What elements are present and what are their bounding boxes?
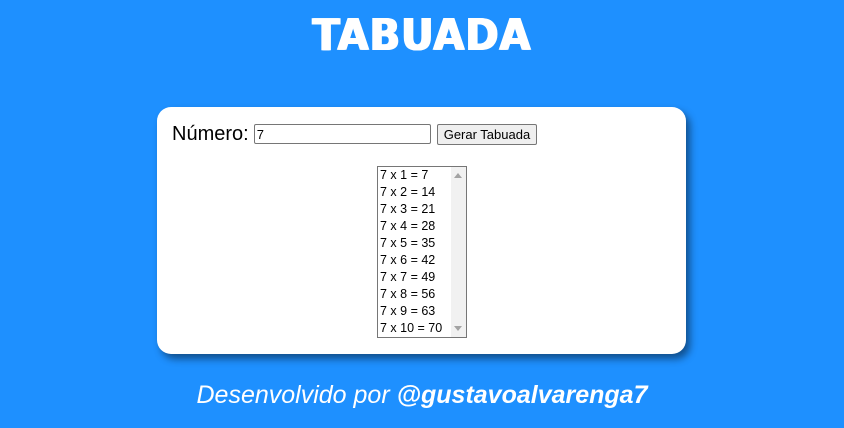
page-title: TABUADA: [312, 11, 532, 61]
scrollbar[interactable]: [451, 167, 466, 337]
table-option[interactable]: 7 x 10 = 70: [380, 320, 450, 337]
number-input[interactable]: [253, 124, 431, 144]
number-label: Número:: [172, 122, 249, 145]
table-option[interactable]: 7 x 7 = 49: [380, 269, 450, 286]
footer-author[interactable]: @gustavoalvarenga7: [397, 381, 648, 409]
footer-prefix: Desenvolvido por: [196, 381, 397, 409]
footer-credit: Desenvolvido por @gustavoalvarenga7: [0, 378, 844, 412]
table-option[interactable]: 7 x 6 = 42: [380, 252, 450, 269]
main-card: Número: Gerar Tabuada 7 x 1 = 77 x 2 = 1…: [157, 107, 686, 354]
multiplication-table-select[interactable]: 7 x 1 = 77 x 2 = 14 7 x 3 = 21 7 x 4 = 28 7…: [377, 166, 467, 338]
number-form: Número: Gerar Tabuada: [172, 122, 538, 146]
table-option[interactable]: 7 x 4 = 28: [380, 218, 450, 235]
chevron-down-icon[interactable]: [454, 326, 462, 331]
generate-table-button[interactable]: Gerar Tabuada: [436, 123, 538, 145]
table-option[interactable]: 7 x 8 = 56: [380, 286, 450, 303]
chevron-up-icon[interactable]: [454, 173, 462, 178]
table-option[interactable]: 7 x 5 = 35: [380, 235, 450, 252]
page: TABUADA Número: Gerar Tabuada 7 x 1 = 77…: [0, 0, 844, 428]
table-option[interactable]: 7 x 9 = 63: [380, 303, 450, 320]
table-option[interactable]: 7 x 2 = 14: [380, 184, 450, 201]
table-option[interactable]: 7 x 3 = 21: [380, 201, 450, 218]
scrollbar-thumb[interactable]: [453, 184, 464, 320]
table-option[interactable]: 7 x 1 = 7: [380, 167, 450, 184]
options-list: 7 x 1 = 77 x 2 = 14 7 x 3 = 21 7 x 4 = 28 7…: [380, 167, 450, 337]
